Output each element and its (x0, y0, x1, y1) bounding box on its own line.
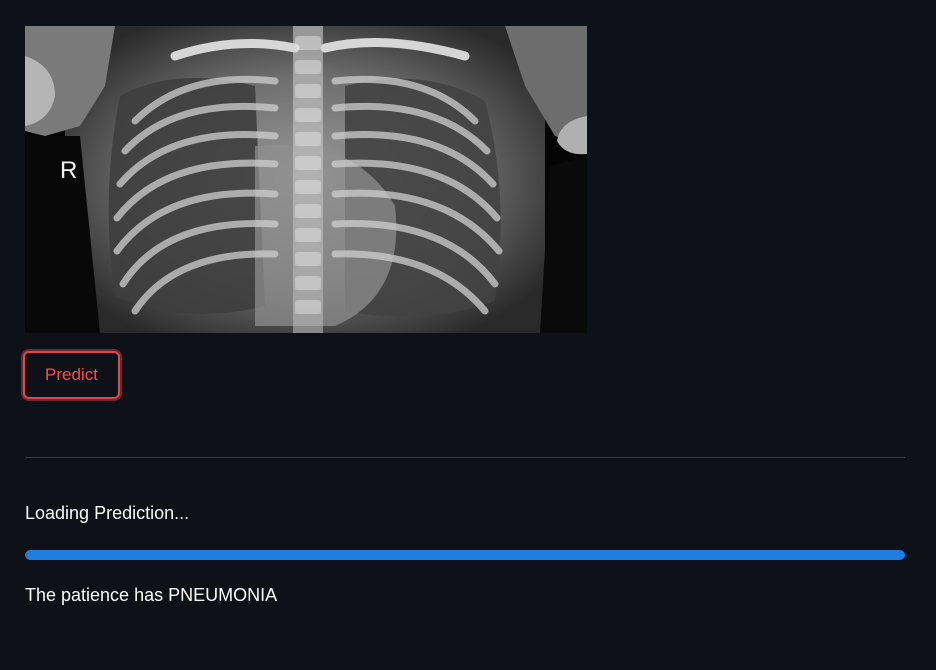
chest-xray-image: R (25, 26, 587, 333)
app-page: R Predict Loading Prediction... The pati… (0, 0, 936, 670)
xray-r-marker: R (60, 157, 77, 184)
prediction-result-text: The patience has PNEUMONIA (25, 585, 278, 605)
progress-bar (25, 550, 905, 560)
progress-bar-fill (25, 550, 905, 560)
loading-status-text: Loading Prediction... (25, 503, 190, 523)
divider (25, 457, 905, 458)
predict-button[interactable]: Predict (23, 351, 120, 399)
